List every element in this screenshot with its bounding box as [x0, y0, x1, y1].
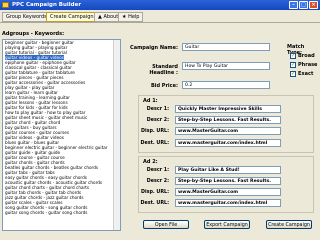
- ad2-disp-input[interactable]: www.MasterGuitar.com: [175, 188, 281, 196]
- tab-help[interactable]: ★ Help: [118, 12, 144, 22]
- ad2-title: Ad 2:: [143, 159, 158, 165]
- tab-help-label: Help: [128, 14, 140, 20]
- tab-group-keywords[interactable]: Group Keywords: [2, 12, 51, 22]
- help-icon: ★: [122, 14, 127, 20]
- ad1-desc1-input[interactable]: Quickly Master Impressive Skills: [175, 105, 281, 113]
- keyword-rows: beginner guitar - beginner guitar playing…: [3, 40, 120, 215]
- window-title: PPC Campaign Builder: [12, 2, 82, 8]
- keywords-scrollbar[interactable]: [113, 40, 120, 230]
- create-campaign-button[interactable]: Create Campaign: [266, 220, 312, 229]
- keyword-item-label: guitar song chords - guitar song chords: [5, 210, 88, 215]
- ad2-desc2-input[interactable]: Step-by-Step Lessons. Fast Results.: [175, 177, 281, 185]
- ad2-desc1-input[interactable]: Play Guitar Like A Stud!: [175, 166, 281, 174]
- standard-headline-label: Standard Headline :: [149, 64, 178, 76]
- standard-headline-input[interactable]: How To Play Guitar: [182, 62, 270, 70]
- ad2-dest-input[interactable]: www.masterguitar.com/index.html: [175, 199, 281, 207]
- export-campaign-button[interactable]: Export Campaign: [204, 220, 250, 229]
- ad1-disp-label: Disp. URL:: [141, 129, 169, 134]
- ad2-dest-label: Dest. URL:: [140, 201, 169, 206]
- exact-label: Exact: [298, 71, 314, 77]
- minimize-icon[interactable]: –: [289, 1, 298, 9]
- exact-checkbox[interactable]: ✓: [290, 71, 296, 77]
- ad1-dest-input[interactable]: www.masterguitar.com/index.html: [175, 139, 281, 147]
- close-icon[interactable]: ×: [309, 1, 318, 9]
- tab-bar: Group Keywords Create Campaigns ▲ About …: [0, 10, 320, 23]
- about-icon: ▲: [98, 14, 102, 20]
- title-bar: PPC Campaign Builder – □ ×: [0, 0, 320, 10]
- phrase-checkbox[interactable]: ✓: [290, 62, 296, 68]
- ad1-desc2-input[interactable]: Step-by-Step Lessons. Fast Results.: [175, 116, 281, 124]
- phrase-label: Phrase: [298, 62, 318, 68]
- ad2-desc2-label: Descr 2:: [146, 179, 169, 184]
- ad1-disp-input[interactable]: www.MasterGuitar.com: [175, 127, 281, 135]
- app-icon: [2, 2, 9, 8]
- ad1-desc1-label: Descr 1:: [146, 107, 169, 112]
- keywords-label: Adgroups - Keywords:: [2, 31, 65, 37]
- tab-create-campaigns[interactable]: Create Campaigns: [46, 12, 101, 22]
- ad2-disp-label: Disp. URL:: [141, 190, 169, 195]
- ad1-dest-label: Dest. URL:: [140, 141, 169, 146]
- campaign-name-label: Campaign Name:: [130, 45, 178, 51]
- ad1-desc2-label: Descr 2:: [146, 118, 169, 123]
- maximize-icon[interactable]: □: [299, 1, 308, 9]
- campaign-name-input[interactable]: Guitar: [182, 43, 270, 51]
- tab-about-label: About: [103, 14, 119, 20]
- ad1-title: Ad 1:: [143, 98, 158, 104]
- broad-label: Broad: [298, 53, 315, 59]
- bid-price-input[interactable]: 0.2: [182, 81, 270, 89]
- keywords-list[interactable]: beginner guitar - beginner guitar playing…: [2, 39, 121, 231]
- open-file-button[interactable]: Open File: [143, 220, 189, 229]
- keyword-item[interactable]: guitar song chords - guitar song chords: [3, 210, 120, 215]
- ad2-desc1-label: Descr 1:: [146, 168, 169, 173]
- bid-price-label: Bid Price:: [150, 83, 178, 89]
- broad-checkbox[interactable]: ✓: [290, 53, 296, 59]
